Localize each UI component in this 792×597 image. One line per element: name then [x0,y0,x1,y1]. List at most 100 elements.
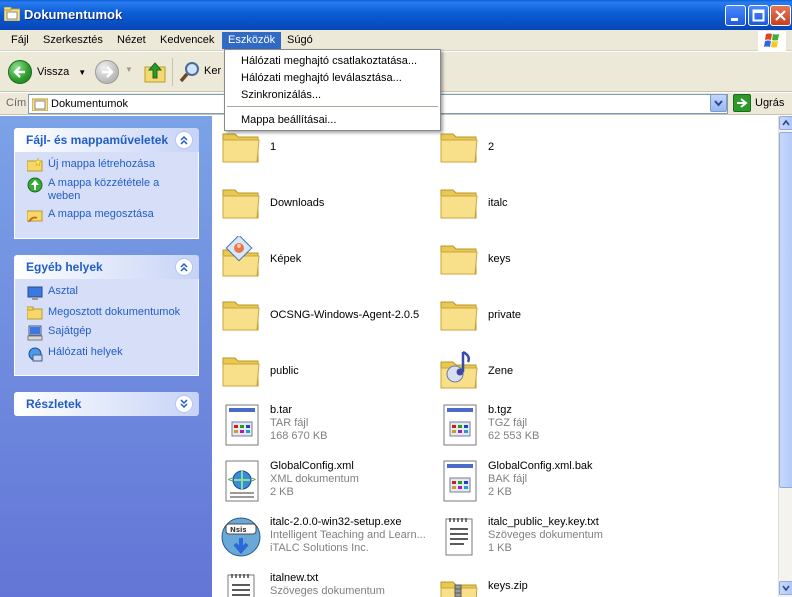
folder-item-public[interactable]: public [214,344,424,394]
back-button[interactable]: Vissza ▼ [8,58,86,86]
details-header[interactable]: Részletek [14,392,199,416]
menu-tools[interactable]: Eszközök [222,32,282,49]
folder-icon [440,189,478,219]
menu-help[interactable]: Súgó [281,32,319,49]
network-icon [28,347,43,362]
file-item-globalconfig-bak[interactable]: GlobalConfig.xml.bak BAK fájl 2 KB [432,456,642,506]
windows-logo-icon [758,31,786,51]
scroll-up-button[interactable] [779,116,792,130]
chevron-up-icon [782,119,790,126]
menu-separator [227,106,438,107]
new-folder-link[interactable]: Új mappa létrehozása [27,158,190,172]
file-item-italnew-txt[interactable]: italnew.txt Szöveges dokumentum [214,568,424,597]
folder-icon [222,357,260,387]
svg-text:<: < [228,475,233,484]
shared-documents-link[interactable]: Megosztott dokumentumok [27,306,190,320]
file-item-b-tar[interactable]: b.tar TAR fájl 168 670 KB [214,400,424,450]
file-item-globalconfig-xml[interactable]: < > GlobalConfig.xml XML dokumentum 2 KB [214,456,424,506]
chevron-down-icon [714,100,723,107]
generic-file-icon [443,460,477,502]
menu-favorites[interactable]: Kedvencek [154,32,220,49]
go-arrow-icon [733,94,751,112]
my-computer-link[interactable]: Sajátgép [27,325,190,341]
file-item-italc-setup[interactable]: Nsis italc-2.0.0-win32-setup.exe Intelli… [214,512,426,562]
network-places-link[interactable]: Hálózati helyek [27,346,190,362]
go-button[interactable]: Ugrás [733,94,784,112]
folder-icon [440,301,478,331]
folder-icon [440,133,478,163]
other-places-header[interactable]: Egyéb helyek [14,255,199,279]
new-folder-icon [27,158,43,172]
title-bar: Dokumentumok [0,0,792,30]
folder-item-music[interactable]: Zene [432,344,642,394]
file-tasks-header[interactable]: Fájl- és mappaműveletek [14,128,199,152]
vertical-scrollbar[interactable] [778,116,792,597]
close-icon [775,10,786,21]
share-folder-link[interactable]: A mappa megosztása [27,208,190,222]
desktop-link[interactable]: Asztal [27,285,190,301]
publish-web-link[interactable]: A mappa közzététele a weben [27,177,190,203]
collapse-icon[interactable] [175,258,193,276]
xml-file-icon: < > [225,460,259,502]
address-label: Cím [6,97,27,109]
up-folder-button[interactable] [143,59,169,85]
generic-file-icon [225,404,259,446]
address-dropdown-button[interactable] [710,94,727,112]
menu-file[interactable]: Fájl [5,32,35,49]
folder-icon [440,245,478,275]
expand-icon[interactable] [175,395,193,413]
folder-item-ocsng[interactable]: OCSNG-Windows-Agent-2.0.5 [214,288,424,338]
folder-item-private[interactable]: private [432,288,642,338]
details-title: Részletek [26,397,82,411]
menu-item-synchronize[interactable]: Szinkronizálás... [241,87,321,103]
generic-file-icon [443,404,477,446]
collapse-icon[interactable] [175,131,193,149]
minimize-button[interactable] [725,5,746,26]
menu-item-folder-options[interactable]: Mappa beállításai... [241,112,336,128]
folder-item-downloads[interactable]: Downloads [214,176,424,226]
maximize-button[interactable] [748,5,769,26]
pictures-folder-icon [222,236,260,277]
file-tasks-panel: Fájl- és mappaműveletek Új mappa létreho… [14,128,199,239]
installer-icon: Nsis [221,517,261,557]
back-dropdown-icon[interactable]: ▼ [78,68,86,77]
menu-item-map-network-drive[interactable]: Hálózati meghajtó csatlakoztatása... [241,53,417,69]
search-icon[interactable] [178,60,202,84]
back-label: Vissza [37,66,70,78]
forward-button[interactable] [95,60,119,84]
search-label[interactable]: Ker [204,65,221,77]
menu-view[interactable]: Nézet [111,32,152,49]
forward-dropdown-icon[interactable]: ▼ [125,65,133,74]
folder-item-italc[interactable]: italc [432,176,642,226]
menu-item-disconnect-network-drive[interactable]: Hálózati meghajtó leválasztása... [241,70,402,86]
text-file-icon [227,574,255,597]
file-item-b-tgz[interactable]: b.tgz TGZ fájl 62 553 KB [432,400,642,450]
menu-edit[interactable]: Szerkesztés [37,32,109,49]
file-item-keys-zip[interactable]: keys.zip [432,568,642,597]
zip-folder-icon [440,581,478,597]
toolbar-separator [172,58,173,86]
go-label: Ugrás [755,97,785,109]
file-item-italc-public-key[interactable]: italc_public_key.key.txt Szöveges dokume… [432,512,642,562]
window-title: Dokumentumok [24,7,123,22]
computer-icon [27,325,43,341]
music-folder-icon [440,350,478,389]
folder-item-pictures[interactable]: Képek [214,232,424,282]
scroll-thumb[interactable] [779,132,792,488]
address-value: Dokumentumok [51,98,129,110]
folder-item-2[interactable]: 2 [432,120,642,170]
text-file-icon [445,518,473,556]
other-places-title: Egyéb helyek [26,260,103,274]
details-panel: Részletek [14,392,199,416]
folder-item-keys[interactable]: keys [432,232,642,282]
back-arrow-icon [8,60,32,84]
folder-window-icon [4,7,20,21]
tools-menu-dropdown: Hálózati meghajtó csatlakoztatása... Hál… [224,49,441,131]
folder-icon [32,98,48,111]
maximize-icon [752,9,765,22]
chevron-down-icon [782,585,790,592]
file-tasks-title: Fájl- és mappaműveletek [26,133,169,147]
scroll-down-button[interactable] [779,581,792,595]
globe-icon [27,177,43,193]
close-button[interactable] [770,5,791,26]
